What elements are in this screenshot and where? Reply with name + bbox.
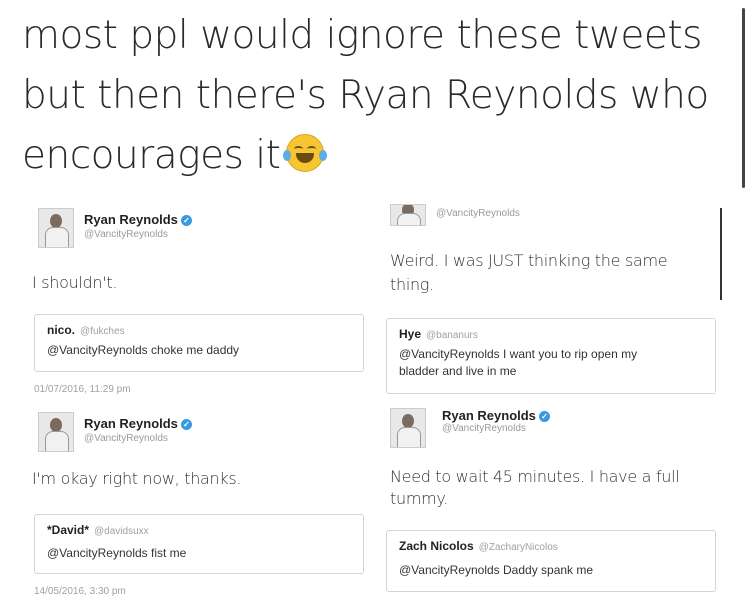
quoted-handle: @bananurs: [426, 330, 478, 341]
tweet-handle[interactable]: @VancityReynolds: [84, 433, 168, 444]
quoted-tweet[interactable]: Hye @bananurs @VancityReynolds I want you…: [386, 318, 716, 394]
quoted-tweet[interactable]: nico. @fukches @VancityReynolds choke me …: [34, 314, 364, 372]
quoted-handle: @fukches: [80, 326, 125, 337]
quoted-handle: @ZacharyNicolos: [478, 542, 558, 553]
quoted-author: *David*: [47, 523, 90, 537]
tweet-author[interactable]: Ryan Reynolds ✓: [442, 408, 550, 423]
verified-badge-icon: ✓: [180, 215, 192, 226]
quoted-tweet[interactable]: *David* @davidsuxx @VancityReynolds fist …: [34, 514, 364, 574]
tweet-reply-line-2: thing.: [390, 275, 434, 294]
tweet-panel-2: @VancityReynolds Weird. I was JUST think…: [380, 198, 725, 398]
tweet-author[interactable]: Ryan Reynolds ✓: [84, 416, 192, 431]
tweet-timestamp: 01/07/2016, 11:29 pm: [34, 384, 131, 395]
tweet-panel-1: Ryan Reynolds ✓ @VancityReynolds I should…: [28, 198, 373, 398]
avatar[interactable]: [390, 408, 426, 448]
tweet-timestamp: 14/05/2016, 3:30 pm: [34, 586, 126, 597]
tweet-reply-text: I shouldn't.: [32, 273, 118, 292]
post-caption: most ppl would ignore these tweets but t…: [22, 6, 722, 186]
tweet-panel-3: Ryan Reynolds ✓ @VancityReynolds I'm okay…: [28, 402, 373, 606]
quoted-author: Hye: [399, 327, 422, 341]
avatar[interactable]: [390, 204, 426, 226]
quoted-text-line-1: @VancityReynolds I want you to rip open …: [399, 347, 638, 361]
tweet-reply-line-2: tummy.: [390, 489, 449, 508]
scrollbar[interactable]: [742, 8, 745, 188]
quoted-text-line-2: bladder and live in me: [399, 364, 517, 378]
scroll-indicator: [720, 208, 722, 300]
laughing-crying-emoji-icon: [283, 134, 328, 172]
quoted-author: nico.: [47, 323, 76, 337]
quoted-tweet[interactable]: Zach Nicolos @ZacharyNicolos @VancityReyn…: [386, 530, 716, 592]
verified-badge-icon: ✓: [538, 411, 550, 422]
tweet-reply-line-1: Need to wait 45 minutes. I have a full: [390, 467, 680, 486]
tweet-handle[interactable]: @VancityReynolds: [436, 208, 520, 219]
caption-line-2: but then there's Ryan Reynolds who: [22, 73, 709, 118]
caption-line-1: most ppl would ignore these tweets: [22, 13, 702, 58]
avatar[interactable]: [38, 208, 74, 248]
quoted-text: @VancityReynolds Daddy spank me: [399, 563, 594, 577]
tweet-handle[interactable]: @VancityReynolds: [84, 229, 168, 240]
verified-badge-icon: ✓: [180, 419, 192, 430]
avatar[interactable]: [38, 412, 74, 452]
tweet-reply-text: I'm okay right now, thanks.: [32, 469, 242, 488]
quoted-author: Zach Nicolos: [399, 539, 474, 553]
tweet-author[interactable]: Ryan Reynolds ✓: [84, 212, 192, 227]
tweet-reply-line-1: Weird. I was JUST thinking the same: [390, 251, 668, 270]
tweet-panel-4: Ryan Reynolds ✓ @VancityReynolds Need to …: [380, 402, 725, 606]
tweet-handle[interactable]: @VancityReynolds: [442, 423, 526, 434]
caption-line-3: encourages it: [22, 126, 722, 186]
quoted-text: @VancityReynolds fist me: [47, 546, 187, 560]
quoted-handle: @davidsuxx: [94, 526, 149, 537]
quoted-text: @VancityReynolds choke me daddy: [47, 343, 240, 357]
